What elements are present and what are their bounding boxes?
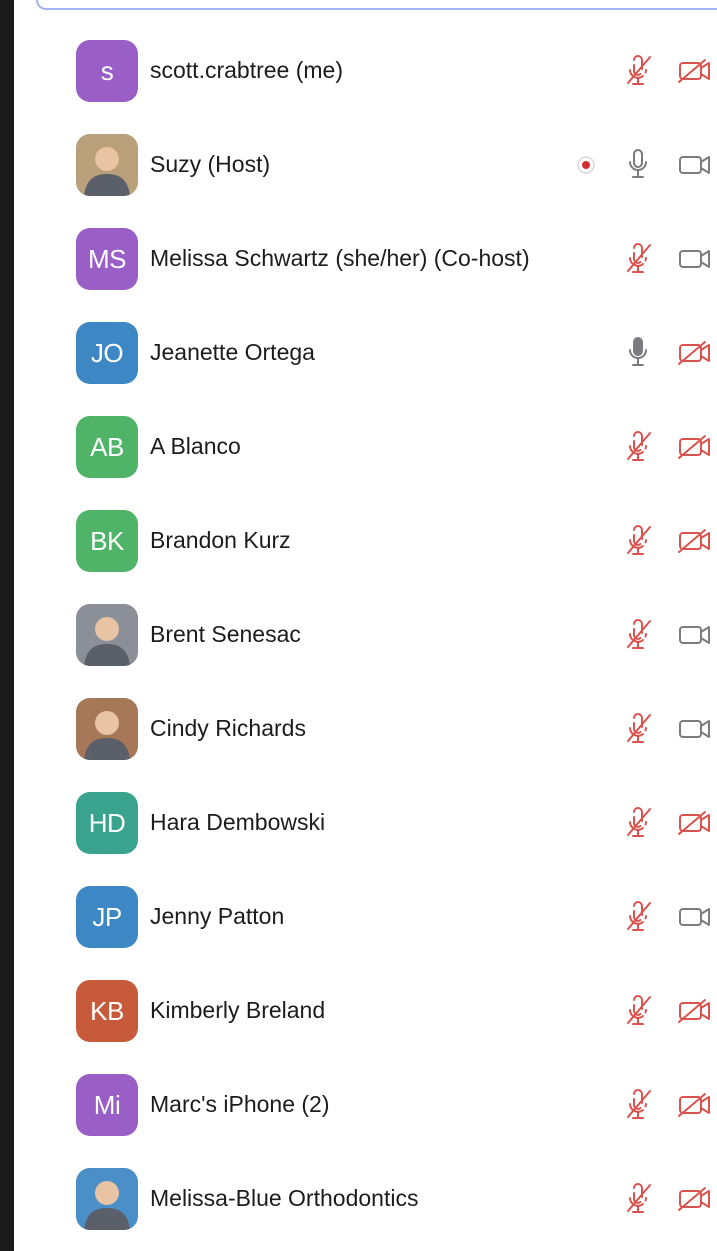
mic-muted-icon[interactable] [622,805,654,841]
participant-name: Cindy Richards [150,715,306,741]
participant-name: Brent Senesac [150,621,301,647]
video-off-icon[interactable] [676,433,714,461]
mic-muted-icon[interactable] [622,523,654,559]
participant-name: Marc's iPhone (2) [150,1091,330,1117]
mic-muted-icon[interactable] [622,1181,654,1217]
participant-row[interactable]: BK Brandon Kurz [0,494,717,588]
participant-row[interactable]: KB Kimberly Breland [0,964,717,1058]
participant-name: scott.crabtree (me) [150,57,343,83]
participant-name: Melissa Schwartz (she/her) (Co-host) [150,245,530,271]
participant-name: Kimberly Breland [150,997,326,1023]
avatar-initials: HD [76,792,138,854]
avatar-initials: JO [76,322,138,384]
participant-name: Melissa-Blue Orthodontics [150,1185,419,1211]
participant-row[interactable]: s scott.crabtree (me) [0,24,717,118]
avatar-initials: BK [76,510,138,572]
mic-muted-icon[interactable] [622,241,654,277]
avatar-initials: Mi [76,1074,138,1136]
participant-row[interactable]: Brent Senesac [0,588,717,682]
participant-row[interactable]: MS Melissa Schwartz (she/her) (Co-host) [0,212,717,306]
mic-muted-icon[interactable] [622,711,654,747]
avatar-initials: JP [76,886,138,948]
participant-row[interactable]: Melissa-Blue Orthodontics [0,1152,717,1246]
video-icon[interactable] [676,903,714,931]
participant-name: Brandon Kurz [150,527,291,553]
mic-active-icon[interactable] [622,335,654,371]
mic-muted-icon[interactable] [622,53,654,89]
avatar-initials: AB [76,416,138,478]
video-icon[interactable] [676,245,714,273]
avatar-photo [76,1168,138,1230]
participant-row[interactable]: HD Hara Dembowski [0,776,717,870]
video-off-icon[interactable] [676,1091,714,1119]
participant-row[interactable]: JO Jeanette Ortega [0,306,717,400]
video-icon[interactable] [676,715,714,743]
mic-icon[interactable] [622,147,654,183]
mic-muted-icon[interactable] [622,899,654,935]
video-off-icon[interactable] [676,997,714,1025]
participant-row[interactable]: Cindy Richards [0,682,717,776]
participant-name: A Blanco [150,433,241,459]
participant-row[interactable]: AB A Blanco [0,400,717,494]
mic-muted-icon[interactable] [622,429,654,465]
participant-row[interactable]: JP Jenny Patton [0,870,717,964]
participant-name: Jenny Patton [150,903,285,929]
video-off-icon[interactable] [676,339,714,367]
video-icon[interactable] [676,151,714,179]
avatar-photo [76,134,138,196]
avatar-photo [76,698,138,760]
avatar-initials: KB [76,980,138,1042]
video-off-icon[interactable] [676,1185,714,1213]
participant-name: Jeanette Ortega [150,339,315,365]
participant-row[interactable]: Suzy (Host) [0,118,717,212]
video-off-icon[interactable] [676,809,714,837]
video-off-icon[interactable] [676,527,714,555]
participant-name: Suzy (Host) [150,151,271,177]
recording-indicator-icon [575,154,597,176]
video-icon[interactable] [676,621,714,649]
avatar-photo [76,604,138,666]
avatar-initials: MS [76,228,138,290]
mic-muted-icon[interactable] [622,993,654,1029]
avatar-initials: s [76,40,138,102]
participant-row[interactable]: Mi Marc's iPhone (2) [0,1058,717,1152]
mic-muted-icon[interactable] [622,1087,654,1123]
selection-highlight [36,0,717,10]
video-off-icon[interactable] [676,57,714,85]
mic-muted-icon[interactable] [622,617,654,653]
participant-name: Hara Dembowski [150,809,326,835]
